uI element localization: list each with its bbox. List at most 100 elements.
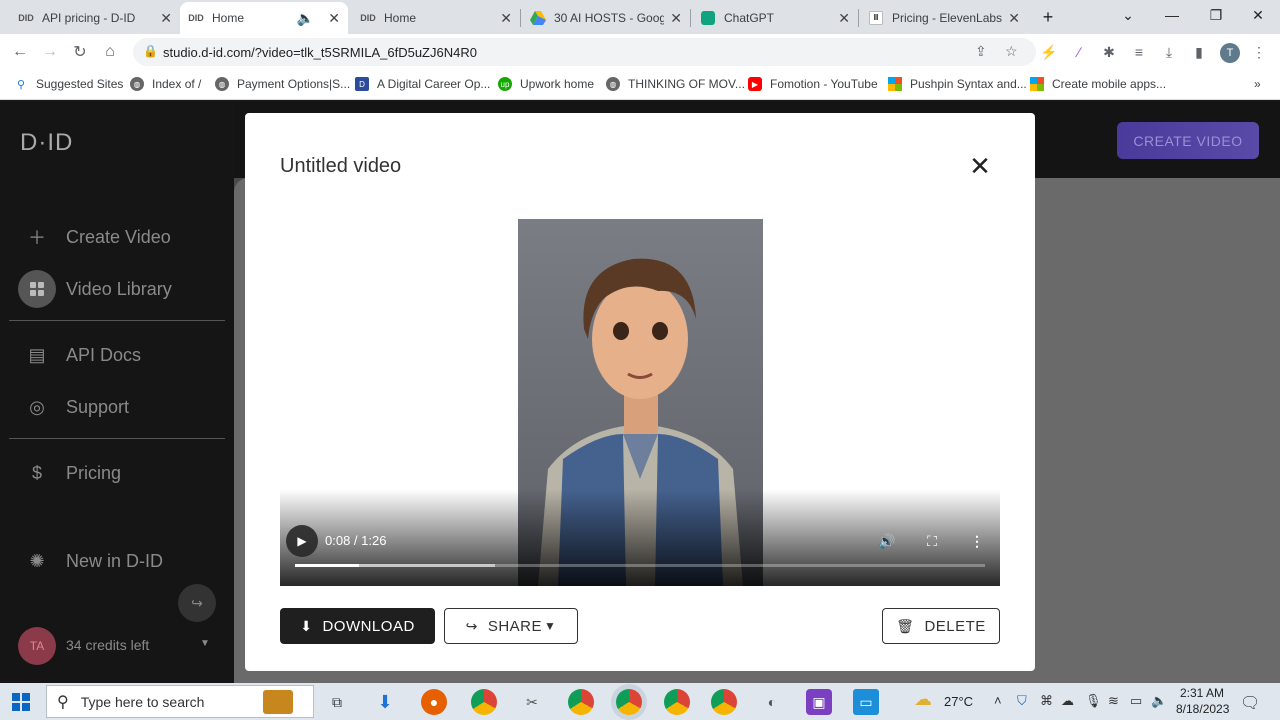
did-logo[interactable]: D·ID <box>20 129 73 157</box>
bookmark-fomotion-youtube[interactable]: ▶ Fomotion - YouTube <box>748 77 878 91</box>
restore-icon[interactable]: ❐ <box>1194 0 1238 30</box>
wifi-icon[interactable]: ≋ <box>1108 693 1119 709</box>
plus-icon: ＋ <box>28 228 46 248</box>
task-view-icon[interactable]: ⧉ <box>324 689 350 715</box>
share-button[interactable]: ↪ SHARE ▼ <box>444 608 578 644</box>
home-icon[interactable]: ⌂ <box>98 40 122 64</box>
close-icon[interactable]: ✕ <box>967 153 993 179</box>
sidebar-item-video-library[interactable]: Video Library <box>18 270 172 308</box>
credits-text[interactable]: 34 credits left <box>66 637 149 653</box>
tab-search-icon[interactable]: ⌄ <box>1106 0 1150 30</box>
microphone-icon[interactable]: 🎙 <box>1085 693 1102 709</box>
bookmarks-overflow-icon[interactable]: » <box>1254 77 1261 91</box>
window-close-icon[interactable]: ✕ <box>1236 0 1280 30</box>
play-icon[interactable]: ▶ <box>286 525 318 557</box>
back-icon[interactable]: ← <box>8 40 32 64</box>
shield-icon[interactable]: ⛉ <box>1017 693 1027 709</box>
bookmark-create-mobile-apps[interactable]: Create mobile apps... <box>1030 77 1166 91</box>
bookmark-index-of[interactable]: ◍ Index of / <box>130 77 201 91</box>
speaker-icon[interactable]: 🔈 <box>297 10 314 27</box>
side-panel-icon[interactable]: ▮ <box>1190 43 1208 61</box>
chrome-icon[interactable] <box>664 689 690 715</box>
minimize-icon[interactable]: — <box>1150 0 1194 30</box>
bookmark-pushpin-syntax[interactable]: Pushpin Syntax and... <box>888 77 1027 91</box>
tab-home-active[interactable]: DID Home 🔈 ✕ <box>180 2 348 34</box>
windows-start-icon[interactable] <box>10 691 32 713</box>
feather-extension-icon[interactable]: ∕ <box>1070 43 1088 61</box>
create-video-button[interactable]: CREATE VIDEO <box>1117 122 1259 159</box>
download-label: DOWNLOAD <box>322 617 415 635</box>
volume-icon[interactable]: 🔈 <box>1151 693 1167 709</box>
photos-icon[interactable]: ▭ <box>853 689 879 715</box>
sidebar-item-api-docs[interactable]: ▤ API Docs <box>18 336 141 374</box>
new-tab-icon[interactable]: + <box>1026 2 1070 32</box>
taskbar-search-input[interactable]: ⚲ Type here to search <box>46 685 314 718</box>
video-player[interactable]: ▶ 0:08 / 1:26 🔊 ⛶ ⋮ <box>280 219 1000 586</box>
sidebar-item-support[interactable]: ◎ Support <box>18 388 129 426</box>
extensions-puzzle-icon[interactable]: ✱ <box>1100 43 1118 61</box>
weather-icon[interactable]: ☁ <box>914 689 932 710</box>
tab-ai-hosts[interactable]: 30 AI HOSTS - Google ✕ <box>522 2 690 34</box>
bookmark-label: Upwork home <box>520 77 595 91</box>
close-tab-icon[interactable]: ✕ <box>328 10 340 27</box>
close-tab-icon[interactable]: ✕ <box>670 10 682 27</box>
media-queue-icon[interactable]: ≡ <box>1130 43 1148 61</box>
volume-icon[interactable]: 🔊 <box>877 531 897 551</box>
reload-icon[interactable]: ↻ <box>68 40 92 64</box>
tab-api-pricing[interactable]: DID API pricing - D-ID ✕ <box>10 2 180 34</box>
bookmark-star-icon[interactable]: ☆ <box>1005 43 1018 60</box>
bookmark-payment-options[interactable]: ◍ Payment Options|S... <box>215 77 350 91</box>
share-arrow-icon: ↪ <box>465 617 478 634</box>
chrome-active-icon[interactable] <box>616 689 642 715</box>
battery-icon[interactable]: ▭ <box>1130 693 1142 709</box>
downloads-icon[interactable]: ⤓ <box>1160 43 1178 61</box>
profile-avatar[interactable]: T <box>1220 43 1240 63</box>
bookmark-upwork[interactable]: up Upwork home <box>498 77 594 91</box>
chrome-icon[interactable] <box>568 689 594 715</box>
sidebar-item-label: Video Library <box>66 278 172 299</box>
microsoft-icon <box>1030 77 1044 91</box>
chrome-icon[interactable] <box>711 689 737 715</box>
forward-icon[interactable]: → <box>38 40 62 64</box>
close-tab-icon[interactable]: ✕ <box>500 10 512 27</box>
fullscreen-icon[interactable]: ⛶ <box>922 531 942 551</box>
close-tab-icon[interactable]: ✕ <box>838 10 850 27</box>
seek-bar[interactable] <box>295 564 985 567</box>
lightning-extension-icon[interactable]: ⚡ <box>1040 43 1058 61</box>
notifications-icon[interactable]: 🗨 <box>1240 693 1260 713</box>
avatar[interactable]: TA <box>18 627 56 665</box>
bookmark-thinking-of-mov[interactable]: ◍ THINKING OF MOV... <box>606 77 745 91</box>
bookmark-suggested-sites[interactable]: ⚲ Suggested Sites <box>14 77 123 91</box>
tab-elevenlabs[interactable]: II Pricing - ElevenLabs ✕ <box>860 2 1028 34</box>
sidebar-item-new-in-did[interactable]: ✺ New in D-ID <box>18 542 163 580</box>
network-app-icon[interactable]: ⌘ <box>1040 693 1053 709</box>
browser-menu-icon[interactable]: ⋮ <box>1250 43 1268 61</box>
cloud-icon[interactable]: ☁ <box>1061 693 1074 709</box>
download-button[interactable]: ⬇ DOWNLOAD <box>280 608 435 644</box>
weather-temp[interactable]: 27°C <box>944 694 973 709</box>
chrome-icon[interactable] <box>471 689 497 715</box>
chevron-up-icon[interactable]: ˄ <box>994 693 1002 708</box>
chevron-down-icon[interactable]: ▼ <box>200 638 210 649</box>
lock-icon: 🔒 <box>143 44 158 58</box>
download-manager-icon[interactable]: ⬇ <box>372 689 398 715</box>
app-icon[interactable]: ◐ <box>759 689 785 715</box>
firefox-icon[interactable]: ● <box>421 689 447 715</box>
collapse-sidebar-icon[interactable]: ↪ <box>178 584 216 622</box>
address-bar[interactable]: 🔒 studio.d-id.com/?video=tlk_t5SRMILA_6f… <box>133 38 1036 66</box>
more-options-icon[interactable]: ⋮ <box>967 531 987 551</box>
bookmark-digital-career[interactable]: D A Digital Career Op... <box>355 77 490 91</box>
sidebar-item-pricing[interactable]: $ Pricing <box>18 454 121 492</box>
delete-button[interactable]: 🗑 DELETE <box>882 608 1000 644</box>
did-favicon-icon: DID <box>18 13 34 23</box>
video-editor-icon[interactable]: ▣ <box>806 689 832 715</box>
tab-home[interactable]: DID Home ✕ <box>352 2 520 34</box>
share-page-icon[interactable]: ⇪ <box>975 43 987 60</box>
tools-icon[interactable]: ✂ <box>519 689 545 715</box>
close-tab-icon[interactable]: ✕ <box>160 10 172 27</box>
clock-date[interactable]: 8/18/2023 <box>1176 702 1229 716</box>
tab-chatgpt[interactable]: ChatGPT ✕ <box>692 2 858 34</box>
sidebar-item-create-video[interactable]: ＋ Create Video <box>18 218 171 256</box>
clock-time[interactable]: 2:31 AM <box>1180 686 1224 700</box>
close-tab-icon[interactable]: ✕ <box>1008 10 1020 27</box>
